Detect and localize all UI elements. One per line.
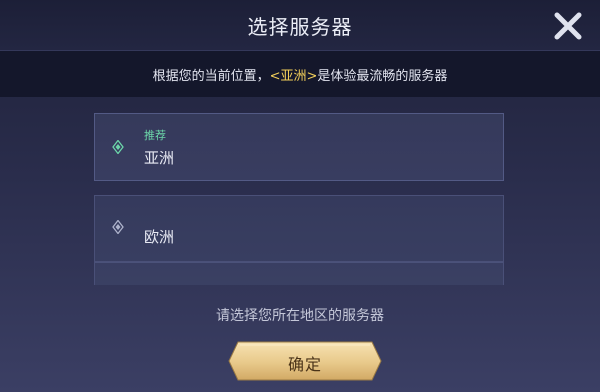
recommended-region-highlight: <亚洲> — [269, 69, 318, 84]
diamond-icon — [112, 140, 124, 154]
close-button[interactable] — [548, 6, 588, 46]
location-info-bar: 根据您的当前位置，<亚洲>是体验最流畅的服务器 — [0, 51, 600, 97]
confirm-button-label: 确定 — [287, 355, 322, 374]
server-item-partial[interactable] — [94, 261, 504, 285]
dialog-header: 选择服务器 — [0, 0, 600, 51]
info-prefix: 根据您的当前位置， — [152, 69, 270, 84]
recommended-tag: 推荐 — [144, 129, 166, 142]
info-suffix: 是体验最流畅的服务器 — [317, 69, 448, 84]
server-list[interactable]: 推荐 亚洲 欧洲 — [94, 113, 504, 285]
dialog-title: 选择服务器 — [247, 15, 353, 39]
close-icon — [554, 12, 582, 40]
location-info-text: 根据您的当前位置，<亚洲>是体验最流畅的服务器 — [0, 65, 600, 84]
diamond-icon — [112, 220, 124, 234]
server-name-europe: 欧洲 — [144, 228, 175, 246]
server-name-asia: 亚洲 — [144, 149, 175, 167]
server-item-europe[interactable]: 欧洲 — [94, 195, 504, 263]
confirm-button[interactable]: 确定 — [228, 341, 382, 381]
server-select-dialog: 选择服务器 根据您的当前位置，<亚洲>是体验最流畅的服务器 推荐 亚洲 欧洲 请… — [0, 0, 600, 392]
server-item-asia[interactable]: 推荐 亚洲 — [94, 113, 504, 181]
region-hint-text: 请选择您所在地区的服务器 — [216, 308, 384, 324]
